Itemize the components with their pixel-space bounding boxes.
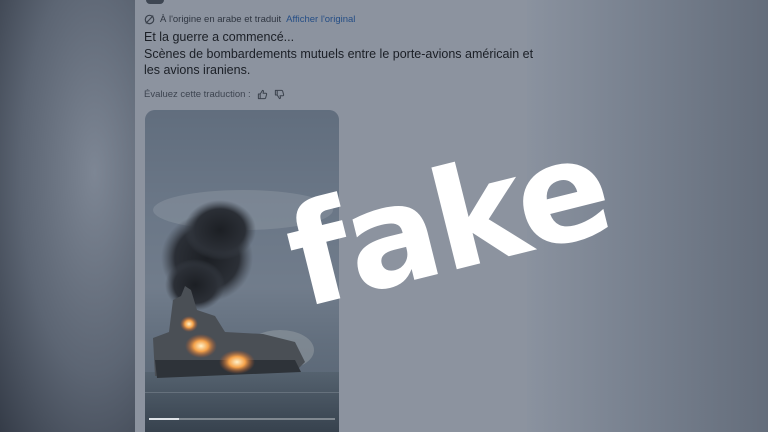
tweet-text-line: Et la guerre a commencé... bbox=[144, 30, 295, 44]
thumbs-up-icon[interactable] bbox=[257, 89, 268, 100]
background-left bbox=[0, 0, 135, 432]
tweet-text-line: Scènes de bombardements mutuels entre le… bbox=[144, 46, 534, 61]
thumbs-down-icon[interactable] bbox=[274, 89, 285, 100]
rate-translation-label: Évaluez cette traduction : bbox=[144, 88, 251, 100]
translation-note: À l'origine en arabe et traduit bbox=[160, 13, 282, 25]
rate-translation: Évaluez cette traduction : bbox=[144, 87, 285, 101]
tweet-text: Et la guerre a commencé... Scènes de bom… bbox=[144, 29, 534, 79]
video-progress-fill bbox=[149, 418, 179, 420]
tweet-text-line: les avions iraniens. bbox=[144, 63, 251, 77]
show-original-link[interactable]: Afficher l'original bbox=[286, 14, 355, 25]
video-progress-bar[interactable] bbox=[149, 418, 335, 420]
translate-icon bbox=[144, 14, 155, 24]
avatar[interactable] bbox=[146, 0, 164, 4]
translation-info: À l'origine en arabe et traduit Afficher… bbox=[144, 12, 355, 26]
